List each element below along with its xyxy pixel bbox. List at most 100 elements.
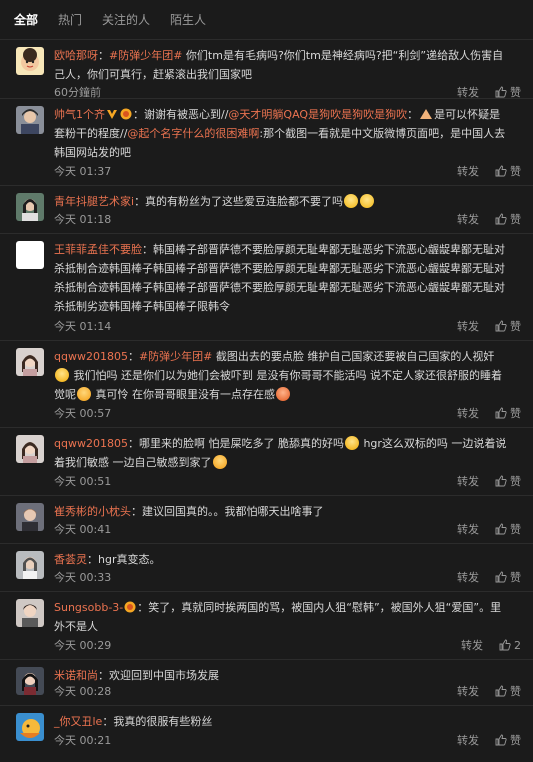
comment-text: 王菲菲孟佳不要脸：韩国棒子部晋萨德不要脸厚颜无耻卑鄙无耻恶劣下流恶心龌龊卑鄙无耻… (54, 243, 505, 313)
avatar[interactable] (16, 599, 44, 627)
thumbs-up-icon (495, 475, 507, 487)
repost-button[interactable]: 转发 (457, 473, 479, 489)
avatar[interactable] (16, 551, 44, 579)
comment-item: 欧哈那呀：#防弹少年团# 你们tm是有毛病吗?你们tm是神经病吗?把“利剑”递给… (0, 40, 533, 99)
sweat-emoji-icon (360, 194, 375, 208)
comment-text: 青年抖腿艺术家i：真的有粉丝为了这些爱豆连脸都不要了吗 (54, 192, 517, 211)
thumbs-up-icon (495, 523, 507, 535)
comment-time: 今天 00:57 (54, 407, 112, 420)
avatar[interactable] (16, 348, 44, 376)
repost-button[interactable]: 转发 (457, 211, 479, 227)
tab-hot[interactable]: 热门 (58, 11, 82, 28)
thumbs-up-icon (499, 639, 511, 651)
comment-item: 香荟灵：hgr真变态。 今天 00:33 转发 赞 (0, 544, 533, 592)
repost-button[interactable]: 转发 (457, 683, 479, 699)
avatar[interactable] (16, 193, 44, 221)
avatar[interactable] (16, 503, 44, 531)
topic-link[interactable]: #防弹少年团# (139, 350, 212, 363)
avatar[interactable] (16, 435, 44, 463)
repost-button[interactable]: 转发 (457, 521, 479, 537)
comment-username[interactable]: 米诺和尚 (54, 669, 98, 682)
comment-meta: 今天 00:41 转发 赞 (54, 521, 521, 537)
comment-time: 今天 01:37 (54, 165, 112, 178)
comment-time: 60分鐘前 (54, 86, 101, 99)
thumbs-up-icon (495, 685, 507, 697)
angry-emoji-icon (276, 387, 290, 401)
repost-button[interactable]: 转发 (457, 569, 479, 585)
like-count: 2 (514, 638, 521, 652)
comment-item: _你又丑le：我真的很服有些粉丝 今天 00:21 转发 赞 (0, 706, 533, 754)
level-badge-icon (124, 601, 136, 613)
thumbs-up-icon (495, 320, 507, 332)
comment-item: 王菲菲孟佳不要脸：韩国棒子部晋萨德不要脸厚颜无耻卑鄙无耻恶劣下流恶心龌龊卑鄙无耻… (0, 234, 533, 341)
comment-username[interactable]: _你又丑le (54, 715, 102, 728)
comment-text: 崔秀彬的小枕头：建议回国真的。。我都怕哪天出啥事了 (54, 505, 324, 518)
comment-time: 今天 00:21 (54, 734, 112, 747)
like-button[interactable]: 赞 (495, 84, 521, 100)
comment-username[interactable]: 欧哈那呀 (54, 49, 98, 62)
comment-username[interactable]: qqww201805 (54, 350, 128, 363)
like-button[interactable]: 赞 (495, 405, 521, 421)
comment-time: 今天 00:29 (54, 639, 112, 652)
comment-text: 香荟灵：hgr真变态。 (54, 553, 161, 566)
comment-username[interactable]: qqww201805 (54, 437, 128, 450)
avatar[interactable] (16, 713, 44, 741)
comment-username[interactable]: 帅气1个齐 (54, 108, 105, 121)
like-button[interactable]: 赞 (495, 732, 521, 748)
like-button[interactable]: 赞 (495, 318, 521, 334)
laugh-emoji-icon (212, 455, 227, 469)
repost-button[interactable]: 转发 (457, 318, 479, 334)
comment-list: 欧哈那呀：#防弹少年团# 你们tm是有毛病吗?你们tm是神经病吗?把“利剑”递给… (0, 40, 533, 754)
pray-emoji-icon (420, 109, 433, 119)
comment-text: Sungsobb-3- ：笑了，真就同时挨两国的骂，被国内人狙“慰韩”，被国外人狙… (54, 601, 502, 633)
like-button[interactable]: 赞 (495, 569, 521, 585)
avatar[interactable] (16, 47, 44, 75)
mention-link[interactable]: @天才明躺QAQ是狗吹是狗吹是狗吹 (228, 108, 407, 121)
repost-button[interactable]: 转发 (461, 637, 483, 653)
repost-button[interactable]: 转发 (457, 732, 479, 748)
comment-meta: 今天 00:51 转发 赞 (54, 473, 521, 489)
comment-text: qqww201805：哪里来的脸啊 怕是屎吃多了 脆舔真的好吗 hgr这么双标的… (54, 436, 507, 469)
avatar[interactable] (16, 106, 44, 134)
comment-meta: 今天 00:21 转发 赞 (54, 732, 521, 748)
repost-button[interactable]: 转发 (457, 405, 479, 421)
like-button[interactable]: 赞 (495, 473, 521, 489)
comment-username[interactable]: 香荟灵 (54, 553, 87, 566)
like-button[interactable]: 2 (499, 639, 521, 652)
like-button[interactable]: 赞 (495, 521, 521, 537)
comment-username[interactable]: Sungsobb-3- (54, 601, 123, 614)
comment-item: Sungsobb-3- ：笑了，真就同时挨两国的骂，被国内人狙“慰韩”，被国外人狙… (0, 592, 533, 660)
cry-emoji-icon (344, 436, 359, 450)
like-button[interactable]: 赞 (495, 683, 521, 699)
thumbs-up-icon (495, 86, 507, 98)
comment-username[interactable]: 王菲菲孟佳不要脸 (54, 243, 142, 256)
mention-link[interactable]: @起个名字什么的很困难啊 (127, 127, 259, 140)
topic-link[interactable]: #防弹少年团# (109, 49, 182, 62)
thumbs-up-icon (495, 571, 507, 583)
comment-filter-tabs: 全部 热门 关注的人 陌生人 (0, 0, 533, 40)
avatar[interactable] (16, 667, 44, 695)
comment-time: 今天 00:28 (54, 685, 112, 698)
comment-text: _你又丑le：我真的很服有些粉丝 (54, 715, 213, 728)
tab-all[interactable]: 全部 (14, 11, 38, 28)
comment-text: qqww201805：#防弹少年团# 截图出去的要点脸 维护自己国家还要被自己国… (54, 350, 502, 401)
avatar[interactable] (16, 241, 44, 269)
comment-meta: 60分鐘前 转发 赞 (54, 84, 521, 100)
thumbs-up-icon (495, 407, 507, 419)
comment-item: 米诺和尚：欢迎回到中国市场发展 今天 00:28 转发 赞 (0, 660, 533, 706)
thumbs-up-icon (495, 734, 507, 746)
repost-button[interactable]: 转发 (457, 163, 479, 179)
thumbs-up-icon (495, 213, 507, 225)
repost-button[interactable]: 转发 (457, 84, 479, 100)
like-button[interactable]: 赞 (495, 211, 521, 227)
comment-username[interactable]: 青年抖腿艺术家i (54, 195, 134, 208)
tab-strangers[interactable]: 陌生人 (170, 11, 206, 28)
comment-meta: 今天 00:28 转发 赞 (54, 683, 521, 699)
tab-following[interactable]: 关注的人 (102, 11, 150, 28)
comment-time: 今天 01:14 (54, 320, 112, 333)
comment-text: 欧哈那呀：#防弹少年团# 你们tm是有毛病吗?你们tm是神经病吗?把“利剑”递给… (54, 49, 504, 81)
comment-username[interactable]: 崔秀彬的小枕头 (54, 505, 131, 518)
comment-time: 今天 00:51 (54, 475, 112, 488)
like-button[interactable]: 赞 (495, 163, 521, 179)
comment-time: 今天 00:33 (54, 571, 112, 584)
